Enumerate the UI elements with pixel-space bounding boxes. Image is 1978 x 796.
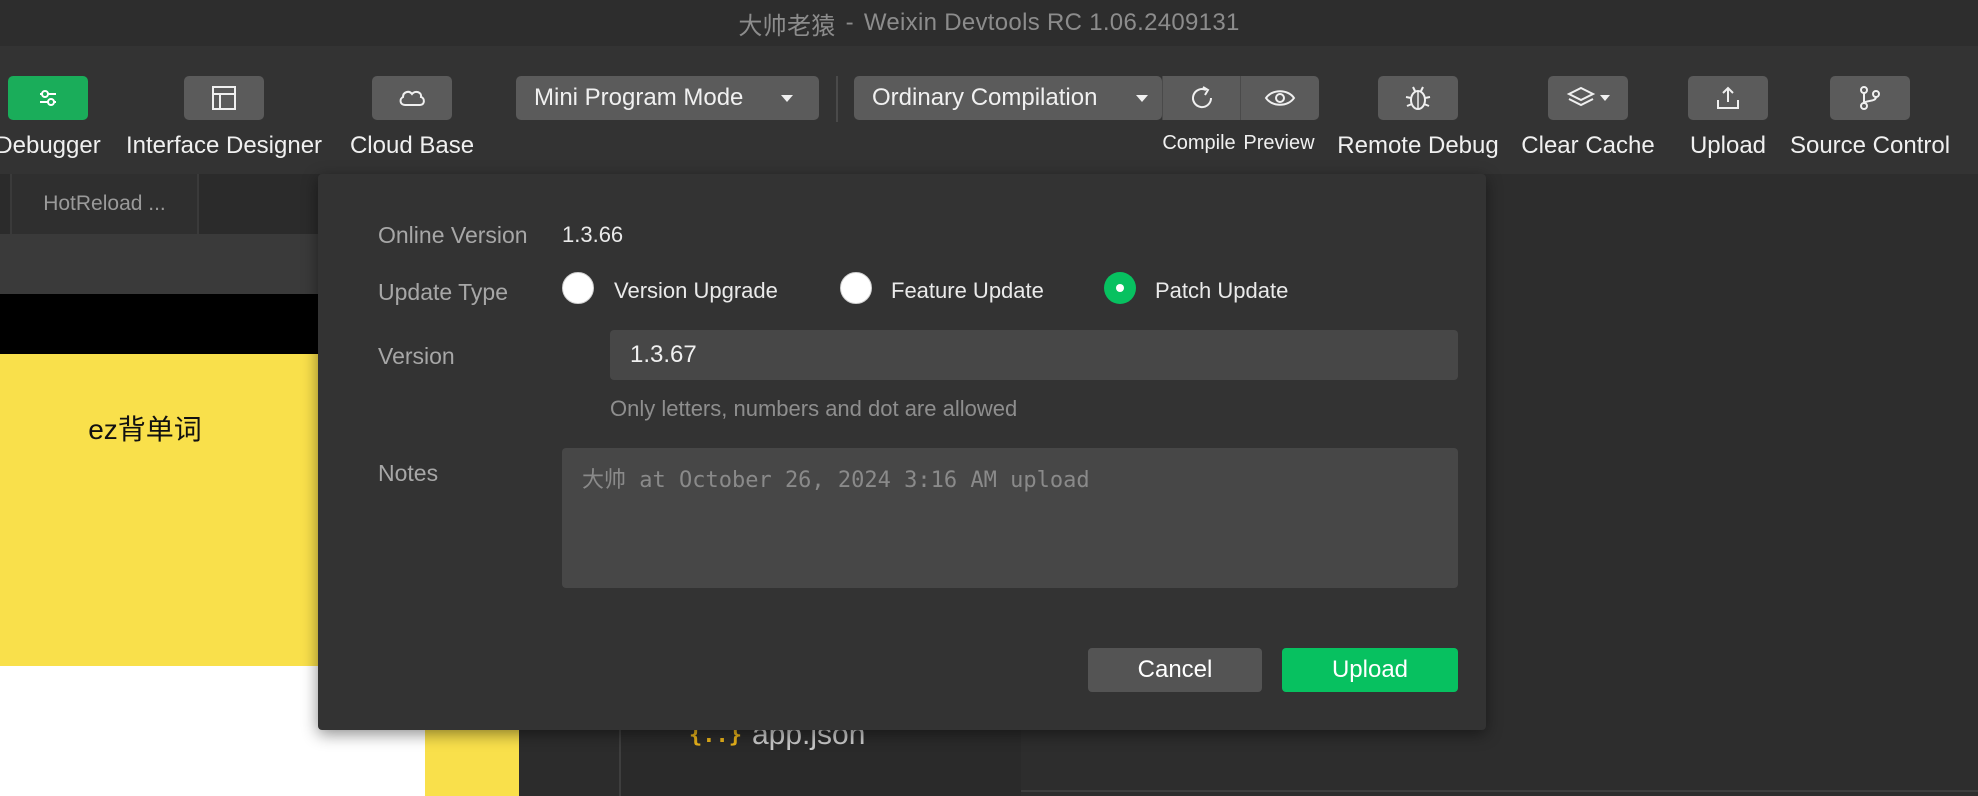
compilation-select-value: Ordinary Compilation <box>872 84 1098 111</box>
compilation-select[interactable]: Ordinary Compilation <box>854 76 1162 120</box>
simulator-app-title: ez背单词 <box>88 414 202 445</box>
remote-debug-label: Remote Debug <box>1337 132 1499 159</box>
upload-button[interactable]: Upload <box>1282 648 1458 692</box>
preview-label: Preview <box>1243 132 1315 154</box>
git-branch-icon <box>1860 86 1880 110</box>
radio-patch-update-label[interactable]: Patch Update <box>1155 278 1288 304</box>
notes-textarea[interactable] <box>562 448 1458 588</box>
refresh-icon <box>1192 86 1213 109</box>
interface-designer-label: Interface Designer <box>125 132 323 159</box>
window-title-user: 大帅老猿 <box>738 12 836 40</box>
sliders-icon <box>40 90 56 106</box>
clear-cache-label: Clear Cache <box>1521 132 1655 159</box>
cloud-icon <box>399 90 425 106</box>
remote-debug-button[interactable] <box>1378 76 1458 120</box>
clear-cache-button[interactable] <box>1548 76 1628 120</box>
cloud-base-label: Cloud Base <box>349 132 475 159</box>
radio-feature-update-label[interactable]: Feature Update <box>891 278 1044 304</box>
notes-label: Notes <box>378 460 439 486</box>
window-title-app: Weixin Devtools RC 1.06.2409131 <box>863 9 1240 36</box>
mode-select-value: Mini Program Mode <box>534 84 744 111</box>
version-label: Version <box>378 343 455 369</box>
cancel-button[interactable]: Cancel <box>1088 648 1262 692</box>
tab-hotreload[interactable]: HotReload ... <box>10 174 199 234</box>
divider <box>1021 790 1978 792</box>
upload-toolbar-label: Upload <box>1689 132 1767 159</box>
simulator-content <box>0 354 320 666</box>
version-hint: Only letters, numbers and dot are allowe… <box>610 396 1018 421</box>
tab-hotreload-label: HotReload ... <box>43 192 166 215</box>
layout-icon <box>212 86 236 110</box>
compile-label: Compile <box>1162 132 1236 154</box>
online-version-value: 1.3.66 <box>562 222 624 247</box>
preview-button[interactable] <box>1240 76 1319 120</box>
eye-icon <box>1264 90 1296 106</box>
online-version-label: Online Version <box>378 222 528 248</box>
simulator-header <box>0 234 320 294</box>
chevron-down-icon <box>781 95 793 102</box>
upload-toolbar-button[interactable] <box>1688 76 1768 120</box>
source-control-button[interactable] <box>1830 76 1910 120</box>
chevron-down-icon <box>1600 95 1610 101</box>
version-input[interactable] <box>610 330 1458 380</box>
window-title-bar: 大帅老猿 - Weixin Devtools RC 1.06.2409131 <box>0 0 1978 46</box>
bug-icon <box>1405 86 1431 110</box>
update-type-label: Update Type <box>378 279 509 305</box>
radio-patch-update[interactable] <box>1104 272 1136 304</box>
source-control-label: Source Control <box>1789 132 1951 159</box>
interface-designer-button[interactable] <box>184 76 264 120</box>
mode-select[interactable]: Mini Program Mode <box>516 76 819 120</box>
toolbar-divider <box>836 76 838 122</box>
upload-icon <box>1717 86 1739 109</box>
debugger-label: Debugger <box>0 132 101 159</box>
radio-version-upgrade-label[interactable]: Version Upgrade <box>614 278 778 304</box>
upload-dialog: Online Version 1.3.66 Update Type Versio… <box>318 174 1486 730</box>
compile-button[interactable] <box>1162 76 1241 120</box>
radio-version-upgrade[interactable] <box>562 272 594 304</box>
editor-tab-bar: HotReload ... <box>0 174 320 234</box>
layers-icon <box>1566 86 1596 107</box>
window-title-separator: - <box>845 9 854 36</box>
radio-feature-update[interactable] <box>840 272 872 304</box>
debugger-button[interactable] <box>8 76 88 120</box>
chevron-down-icon <box>1136 95 1148 102</box>
simulator-navbar <box>0 294 320 354</box>
cloud-base-button[interactable] <box>372 76 452 120</box>
